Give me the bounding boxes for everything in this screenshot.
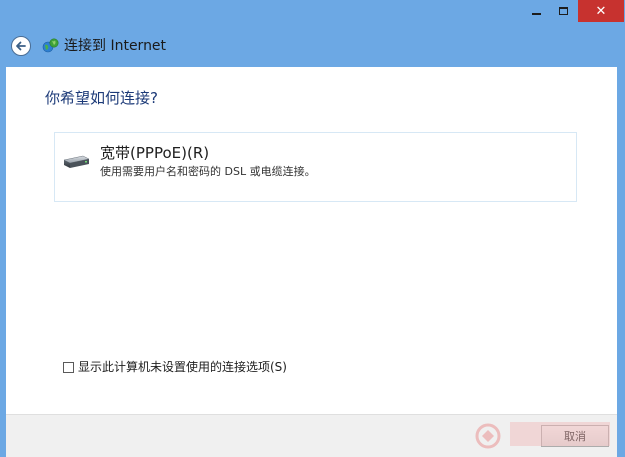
option-description: 使用需要用户名和密码的 DSL 或电缆连接。: [100, 165, 316, 178]
maximize-button[interactable]: [550, 0, 577, 22]
window-title: 连接到 Internet: [64, 38, 167, 54]
title-bar[interactable]: ✕ 连接到 Internet: [0, 0, 625, 66]
broadband-drive-icon: [63, 155, 90, 168]
show-unsetup-options-checkbox[interactable]: [63, 361, 74, 373]
show-unsetup-options-row[interactable]: 显示此计算机未设置使用的连接选项(S): [63, 359, 287, 375]
minimize-icon: [531, 13, 541, 15]
back-arrow-icon: [16, 41, 26, 51]
close-icon: ✕: [595, 3, 607, 19]
maximize-icon: [559, 7, 568, 15]
dialog-window: ✕ 连接到 Internet 你希望如何连接? 宽带(PPPoE)(R) 使用需…: [0, 0, 625, 457]
page-heading: 你希望如何连接?: [45, 89, 158, 107]
footer-bar: 取消: [6, 414, 617, 457]
network-globe-icon: [42, 38, 59, 53]
option-broadband-pppoe[interactable]: 宽带(PPPoE)(R) 使用需要用户名和密码的 DSL 或电缆连接。: [54, 132, 577, 202]
option-title: 宽带(PPPoE)(R): [100, 144, 210, 162]
cancel-button[interactable]: 取消: [541, 425, 609, 447]
close-button[interactable]: ✕: [578, 0, 624, 22]
content-panel: 你希望如何连接? 宽带(PPPoE)(R) 使用需要用户名和密码的 DSL 或电…: [6, 67, 617, 414]
back-button[interactable]: [11, 36, 31, 56]
minimize-button[interactable]: [522, 0, 550, 22]
checkbox-label: 显示此计算机未设置使用的连接选项(S): [78, 360, 287, 374]
